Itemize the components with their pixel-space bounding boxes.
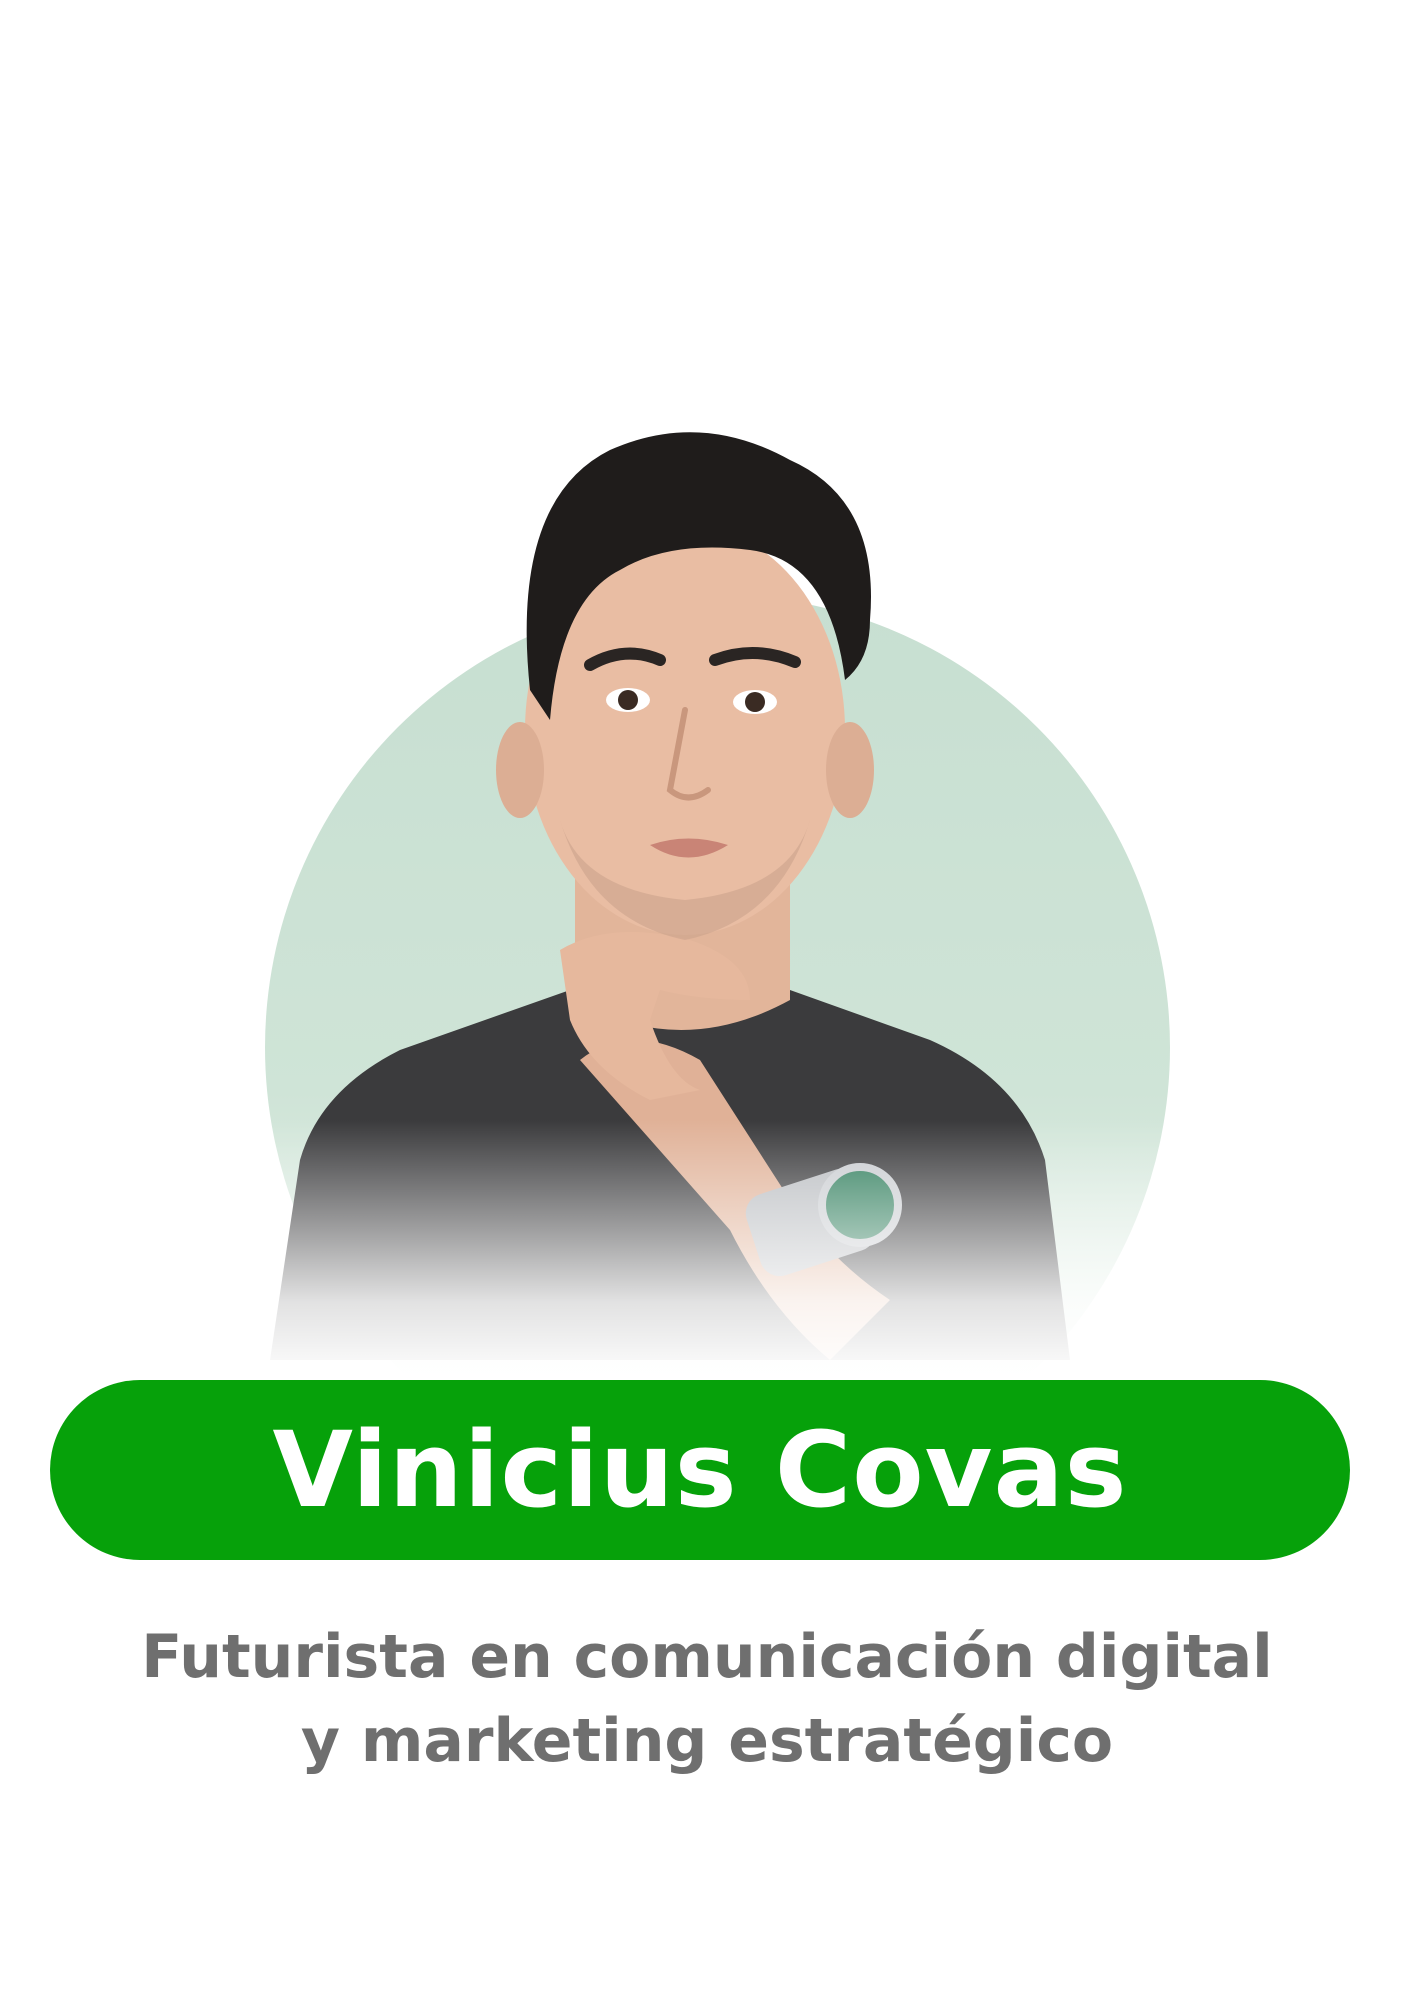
job-title-line-2: y marketing estratégico: [300, 1706, 1114, 1776]
job-title: Futurista en comunicación digital y mark…: [0, 1615, 1414, 1783]
name-banner: Vinicius Covas: [50, 1380, 1350, 1560]
person-name: Vinicius Covas: [272, 1409, 1128, 1531]
job-title-line-1: Futurista en comunicación digital: [141, 1622, 1273, 1692]
profile-card: Vinicius Covas Futurista en comunicación…: [0, 0, 1414, 2000]
portrait-fade-overlay: [200, 1120, 1200, 1380]
